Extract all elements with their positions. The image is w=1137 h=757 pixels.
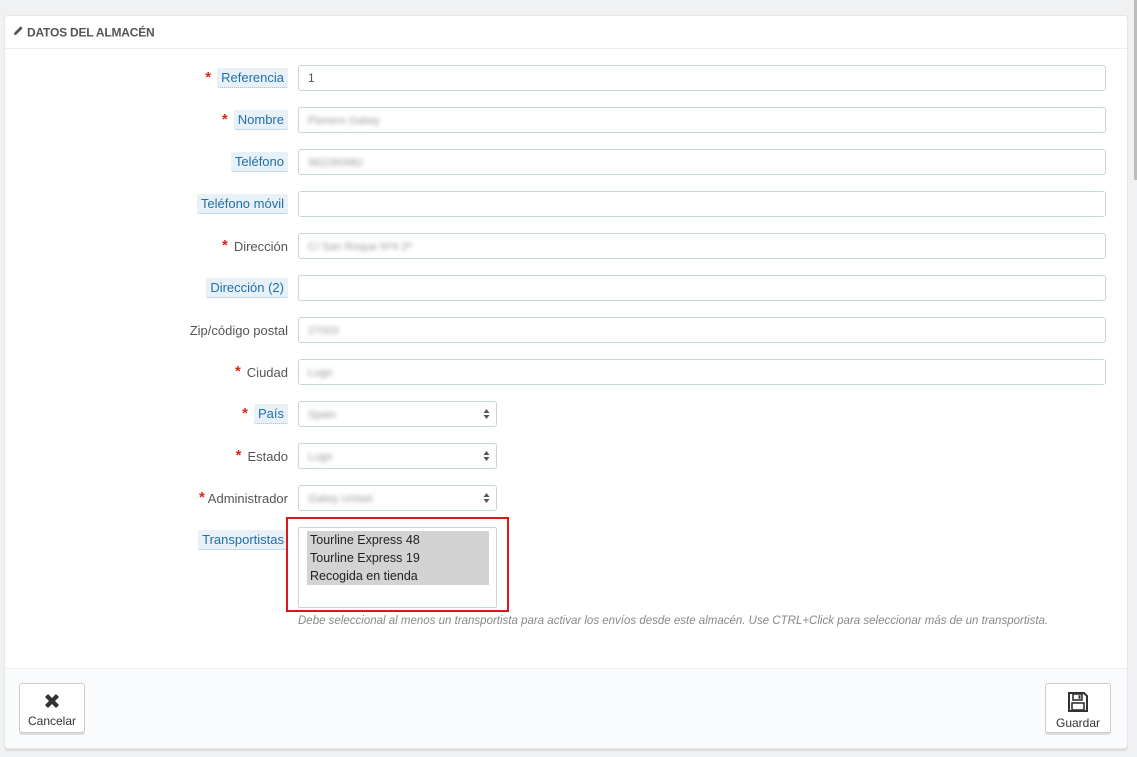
required-marker: * bbox=[221, 110, 228, 128]
required-marker: * bbox=[234, 362, 241, 380]
label-zip: Zip/código postal bbox=[190, 317, 288, 343]
telefono-input[interactable]: 982280982 bbox=[298, 149, 1106, 175]
ciudad-input[interactable]: Lugo bbox=[298, 359, 1106, 385]
zip-value: 27003 bbox=[308, 325, 339, 337]
row-telefono-movil: Teléfono móvil bbox=[5, 191, 1127, 217]
telefono-value: 982280982 bbox=[308, 157, 364, 169]
close-icon bbox=[45, 694, 59, 708]
required-marker: * bbox=[205, 68, 212, 86]
estado-value: Lugo bbox=[308, 451, 333, 463]
direccion2-input[interactable] bbox=[298, 275, 1106, 301]
telefono-movil-input[interactable] bbox=[298, 191, 1106, 217]
required-marker: * bbox=[221, 236, 228, 254]
label-administrador: * Administrador bbox=[199, 485, 288, 511]
label-text-telefono-movil: Teléfono móvil bbox=[196, 194, 288, 214]
label-transportistas: Transportistas bbox=[198, 527, 288, 553]
referencia-input[interactable]: 1 bbox=[298, 65, 1106, 91]
zip-input[interactable]: 27003 bbox=[298, 317, 1106, 343]
row-nombre: * Nombre Pionero Galwy bbox=[5, 107, 1127, 133]
pais-value: Spain bbox=[308, 409, 337, 421]
row-estado: * Estado Lugo bbox=[5, 443, 1127, 469]
carrier-option[interactable]: Recogida en tienda bbox=[307, 567, 489, 585]
panel-title: DATOS DEL ALMACÉN bbox=[27, 25, 155, 40]
row-referencia: * Referencia 1 bbox=[5, 65, 1127, 91]
required-marker: * bbox=[198, 488, 205, 506]
nombre-input[interactable]: Pionero Galwy bbox=[298, 107, 1106, 133]
administrador-value: Galwy Uniset bbox=[308, 493, 373, 505]
nombre-value: Pionero Galwy bbox=[308, 115, 380, 127]
panel-heading: DATOS DEL ALMACÉN bbox=[5, 16, 1127, 49]
row-administrador: * Administrador Galwy Uniset bbox=[5, 485, 1127, 511]
label-telefono-movil: Teléfono móvil bbox=[196, 191, 288, 217]
label-pais: * País bbox=[242, 401, 288, 427]
label-telefono: Teléfono bbox=[230, 149, 288, 175]
select-arrows-icon bbox=[483, 409, 490, 419]
label-text-pais: País bbox=[253, 404, 288, 424]
select-arrows-icon bbox=[483, 451, 490, 461]
label-text-direccion2: Dirección (2) bbox=[206, 278, 288, 298]
carrier-option[interactable]: Tourline Express 19 bbox=[307, 549, 489, 567]
administrador-select[interactable]: Galwy Uniset bbox=[298, 485, 497, 511]
transportistas-multiselect[interactable]: Tourline Express 48 Tourline Express 19 … bbox=[298, 527, 497, 608]
label-text-referencia: Referencia bbox=[217, 68, 288, 88]
label-text-administrador: Administrador bbox=[207, 490, 288, 506]
label-nombre: * Nombre bbox=[222, 107, 288, 133]
estado-select[interactable]: Lugo bbox=[298, 443, 497, 469]
select-arrows-icon bbox=[483, 493, 490, 503]
floppy-disk-icon bbox=[1068, 692, 1088, 712]
label-estado: * Estado bbox=[236, 443, 288, 469]
cancel-button[interactable]: Cancelar bbox=[19, 683, 85, 733]
row-direccion2: Dirección (2) bbox=[5, 275, 1127, 301]
row-pais: * País Spain bbox=[5, 401, 1127, 427]
row-zip: Zip/código postal 27003 bbox=[5, 317, 1127, 343]
row-telefono: Teléfono 982280982 bbox=[5, 149, 1127, 175]
row-direccion: * Dirección C/ San Roque Nº4 2ª bbox=[5, 233, 1127, 259]
required-marker: * bbox=[235, 446, 242, 464]
save-button-label: Guardar bbox=[1055, 716, 1101, 730]
label-referencia: * Referencia bbox=[205, 65, 288, 91]
save-button[interactable]: Guardar bbox=[1045, 683, 1111, 733]
label-text-telefono: Teléfono bbox=[230, 152, 288, 172]
label-text-nombre: Nombre bbox=[233, 110, 288, 130]
ciudad-value: Lugo bbox=[308, 367, 333, 379]
label-text-estado: Estado bbox=[247, 448, 288, 464]
direccion-input[interactable]: C/ San Roque Nº4 2ª bbox=[298, 233, 1106, 259]
label-text-zip: Zip/código postal bbox=[189, 322, 288, 338]
label-text-direccion: Dirección bbox=[233, 238, 288, 254]
carrier-option[interactable]: Tourline Express 48 bbox=[307, 531, 489, 549]
row-transportistas: Transportistas bbox=[5, 527, 1127, 553]
pais-select[interactable]: Spain bbox=[298, 401, 497, 427]
pencil-icon bbox=[13, 16, 24, 49]
panel-footer: Cancelar Guardar bbox=[5, 668, 1127, 748]
transportistas-help-text: Debe seleccional al menos un transportis… bbox=[298, 615, 1049, 627]
label-ciudad: * Ciudad bbox=[235, 359, 288, 385]
warehouse-form-panel: DATOS DEL ALMACÉN * Referencia 1 * Nombr… bbox=[4, 15, 1128, 749]
label-text-transportistas: Transportistas bbox=[198, 530, 288, 550]
row-ciudad: * Ciudad Lugo bbox=[5, 359, 1127, 385]
direccion-value: C/ San Roque Nº4 2ª bbox=[308, 241, 412, 253]
cancel-button-label: Cancelar bbox=[27, 714, 77, 728]
label-direccion2: Dirección (2) bbox=[206, 275, 288, 301]
required-marker: * bbox=[242, 404, 248, 422]
label-direccion: * Dirección bbox=[222, 233, 288, 259]
label-text-ciudad: Ciudad bbox=[246, 364, 288, 380]
